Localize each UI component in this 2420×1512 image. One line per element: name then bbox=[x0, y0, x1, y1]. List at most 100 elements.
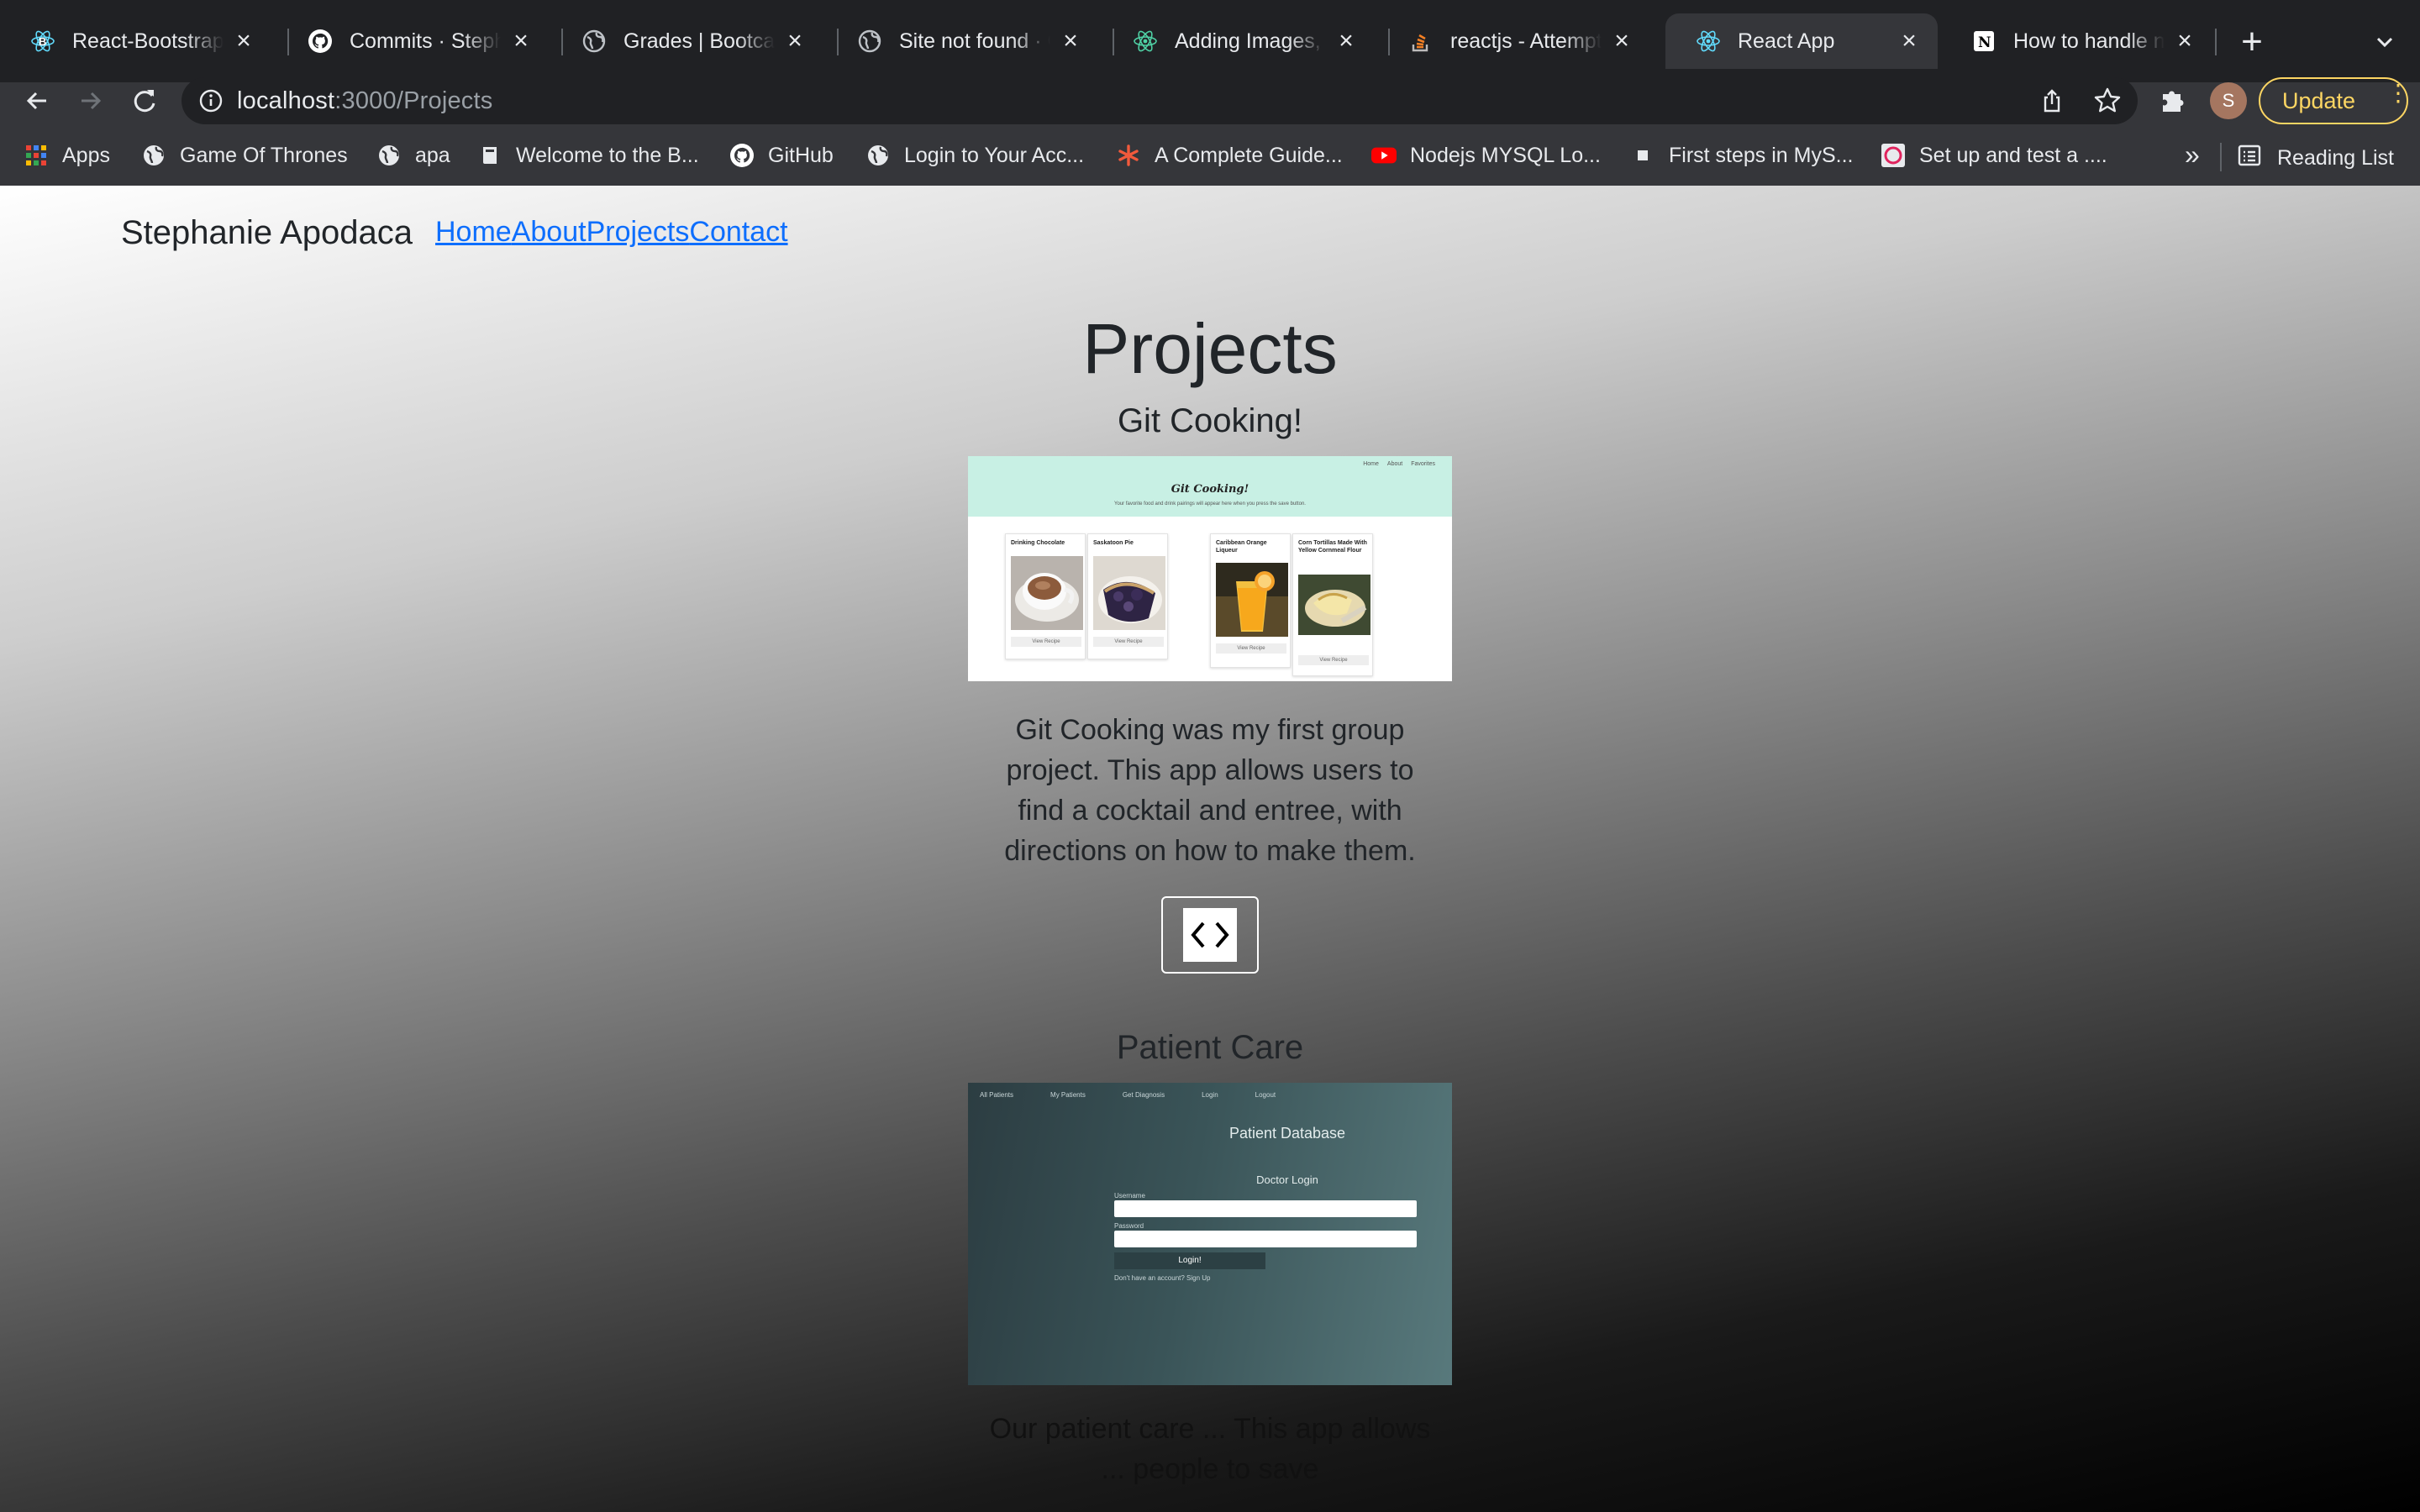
tab-commits[interactable]: Commits · StephJ × bbox=[277, 13, 550, 69]
chevron-down-icon[interactable] bbox=[2368, 25, 2402, 59]
screenshot-nav: All Patients My Patients Get Diagnosis L… bbox=[980, 1091, 1276, 1099]
screenshot-nav-item: All Patients bbox=[980, 1091, 1014, 1099]
screenshot-heading: Patient Database bbox=[1228, 1125, 1346, 1142]
site-nav: Home About Projects Contact bbox=[435, 216, 788, 249]
nav-contact-link[interactable]: Contact bbox=[689, 216, 787, 249]
close-icon[interactable]: × bbox=[509, 27, 533, 55]
close-icon[interactable]: × bbox=[232, 27, 255, 55]
recipe-card-title: Corn Tortillas Made With Yellow Cornmeal… bbox=[1298, 540, 1367, 554]
tab-how-to-handle[interactable]: N How to handle na × bbox=[1941, 13, 2213, 69]
tab-title: Adding Images, F bbox=[1175, 29, 1326, 53]
tab-adding-images[interactable]: Adding Images, F × bbox=[1102, 13, 1375, 69]
address-bar[interactable]: localhost:3000/Projects bbox=[182, 77, 2138, 124]
update-button[interactable]: Update ⋮ bbox=[2259, 77, 2410, 124]
bookmark-star-icon[interactable] bbox=[2092, 86, 2123, 120]
bookmark-github[interactable]: GitHub bbox=[729, 143, 834, 168]
bookmarks-overflow-button[interactable]: » bbox=[2185, 139, 2200, 171]
page-title: Projects bbox=[1082, 309, 1338, 388]
screenshot-nav-item: About bbox=[1386, 461, 1403, 467]
svg-text:B: B bbox=[39, 35, 46, 48]
new-tab-button[interactable]: + bbox=[2235, 22, 2269, 62]
bookmark-label: Apps bbox=[62, 143, 110, 167]
react-icon bbox=[1133, 29, 1158, 54]
recipe-card: Caribbean Orange Liqueur View Recipe bbox=[1210, 533, 1291, 668]
back-icon[interactable] bbox=[17, 81, 57, 121]
forward-icon[interactable] bbox=[71, 81, 111, 121]
screenshot-nav: Home About Favorites bbox=[1363, 461, 1435, 467]
bookmark-nodejs-mysql[interactable]: Nodejs MYSQL Lo... bbox=[1371, 143, 1601, 168]
screenshot-login-button: Login! bbox=[1114, 1252, 1265, 1269]
screenshot-nav-item: Get Diagnosis bbox=[1122, 1091, 1165, 1099]
git-cooking-screenshot: Home About Favorites Git Cooking! Your f… bbox=[968, 456, 1452, 681]
bookmark-complete-guide[interactable]: A Complete Guide... bbox=[1116, 143, 1343, 168]
reading-list-label: Reading List bbox=[2277, 146, 2394, 170]
github-icon bbox=[308, 29, 333, 54]
bookmark-label: Nodejs MYSQL Lo... bbox=[1410, 143, 1601, 167]
globe-icon bbox=[857, 29, 882, 54]
screenshot-nav-item: My Patients bbox=[1050, 1091, 1086, 1099]
bookmark-apa[interactable]: apa bbox=[376, 143, 450, 168]
screenshot-password-field bbox=[1114, 1231, 1417, 1247]
code-link-button[interactable] bbox=[1161, 896, 1259, 974]
close-icon[interactable]: × bbox=[1897, 27, 1921, 55]
bookmark-label: GitHub bbox=[768, 143, 834, 167]
avatar[interactable]: S bbox=[2210, 82, 2247, 119]
corn-tortilla-photo bbox=[1298, 575, 1370, 635]
tab-site-not-found[interactable]: Site not found · G × bbox=[827, 13, 1099, 69]
globe-icon bbox=[865, 143, 891, 168]
screenshot-signup-text: Don't have an account? Sign Up bbox=[1114, 1274, 1211, 1282]
tab-reactjs-attempt[interactable]: reactjs - Attempt × bbox=[1378, 13, 1650, 69]
extensions-puzzle-icon[interactable] bbox=[2156, 84, 2188, 120]
tab-react-app[interactable]: React App × bbox=[1665, 13, 1938, 69]
bookmark-apps[interactable]: Apps bbox=[24, 143, 110, 168]
nav-about-link[interactable]: About bbox=[512, 216, 587, 249]
url-text: localhost:3000/Projects bbox=[237, 87, 492, 115]
bookmark-set-up-test[interactable]: Set up and test a .... bbox=[1881, 143, 2107, 168]
tab-title: Site not found · G bbox=[899, 29, 1050, 53]
recipe-card-title: Saskatoon Pie bbox=[1093, 540, 1134, 546]
screenshot-username-field bbox=[1114, 1200, 1417, 1217]
tab-grades[interactable]: Grades | Bootcamp × bbox=[551, 13, 823, 69]
page-content: Stephanie Apodaca Home About Projects Co… bbox=[0, 186, 2420, 1512]
view-recipe-button: View Recipe bbox=[1093, 637, 1164, 647]
share-icon[interactable] bbox=[2039, 87, 2065, 118]
close-icon[interactable]: × bbox=[1610, 27, 1634, 55]
bookmark-label: Game Of Thrones bbox=[180, 143, 348, 167]
bookmarks-bar: Apps Game Of Thrones apa Welcome to the … bbox=[0, 134, 2420, 181]
nav-projects-link[interactable]: Projects bbox=[587, 216, 690, 249]
bookmark-label: First steps in MyS... bbox=[1669, 143, 1854, 167]
nav-home-link[interactable]: Home bbox=[435, 216, 512, 249]
recipe-card: Corn Tortillas Made With Yellow Cornmeal… bbox=[1292, 533, 1373, 676]
recipe-card: Saskatoon Pie View Recipe bbox=[1087, 533, 1168, 659]
more-vert-icon[interactable]: ⋮ bbox=[2386, 81, 2410, 105]
update-label: Update bbox=[2282, 87, 2356, 113]
screenshot-nav-item: Logout bbox=[1255, 1091, 1276, 1099]
notion-icon: N bbox=[1971, 29, 1996, 54]
site-brand[interactable]: Stephanie Apodaca bbox=[121, 214, 413, 252]
close-icon[interactable]: × bbox=[2173, 27, 2196, 55]
bookmark-label: A Complete Guide... bbox=[1155, 143, 1343, 167]
bookmark-game-of-thrones[interactable]: Game Of Thrones bbox=[141, 143, 348, 168]
bookmarks-separator bbox=[2220, 143, 2222, 171]
reload-icon[interactable] bbox=[124, 81, 165, 121]
recipe-card-title: Caribbean Orange Liqueur bbox=[1216, 540, 1267, 554]
tab-strip: B React-Bootstrap × Commits · StephJ × G… bbox=[0, 0, 2420, 82]
info-icon[interactable] bbox=[198, 88, 224, 118]
globe-icon bbox=[581, 29, 607, 54]
tab-title: Commits · StephJ bbox=[350, 29, 501, 53]
browser-chrome: B React-Bootstrap × Commits · StephJ × G… bbox=[0, 0, 2420, 186]
tab-react-bootstrap[interactable]: B React-Bootstrap × bbox=[0, 13, 272, 69]
book-icon bbox=[477, 143, 502, 168]
bookmark-first-steps[interactable]: First steps in MyS... bbox=[1630, 143, 1853, 168]
project-title: Patient Care bbox=[1116, 1029, 1304, 1066]
url-host: localhost bbox=[237, 87, 335, 114]
tab-title: Grades | Bootcamp bbox=[623, 29, 775, 53]
bookmark-login[interactable]: Login to Your Acc... bbox=[865, 143, 1084, 168]
bookmark-welcome[interactable]: Welcome to the B... bbox=[477, 143, 699, 168]
close-icon[interactable]: × bbox=[1059, 27, 1082, 55]
bookmark-label: apa bbox=[415, 143, 450, 167]
close-icon[interactable]: × bbox=[783, 27, 807, 55]
reading-list-button[interactable]: Reading List bbox=[2237, 143, 2394, 174]
screenshot-header: Home About Favorites Git Cooking! Your f… bbox=[968, 456, 1452, 517]
close-icon[interactable]: × bbox=[1334, 27, 1358, 55]
